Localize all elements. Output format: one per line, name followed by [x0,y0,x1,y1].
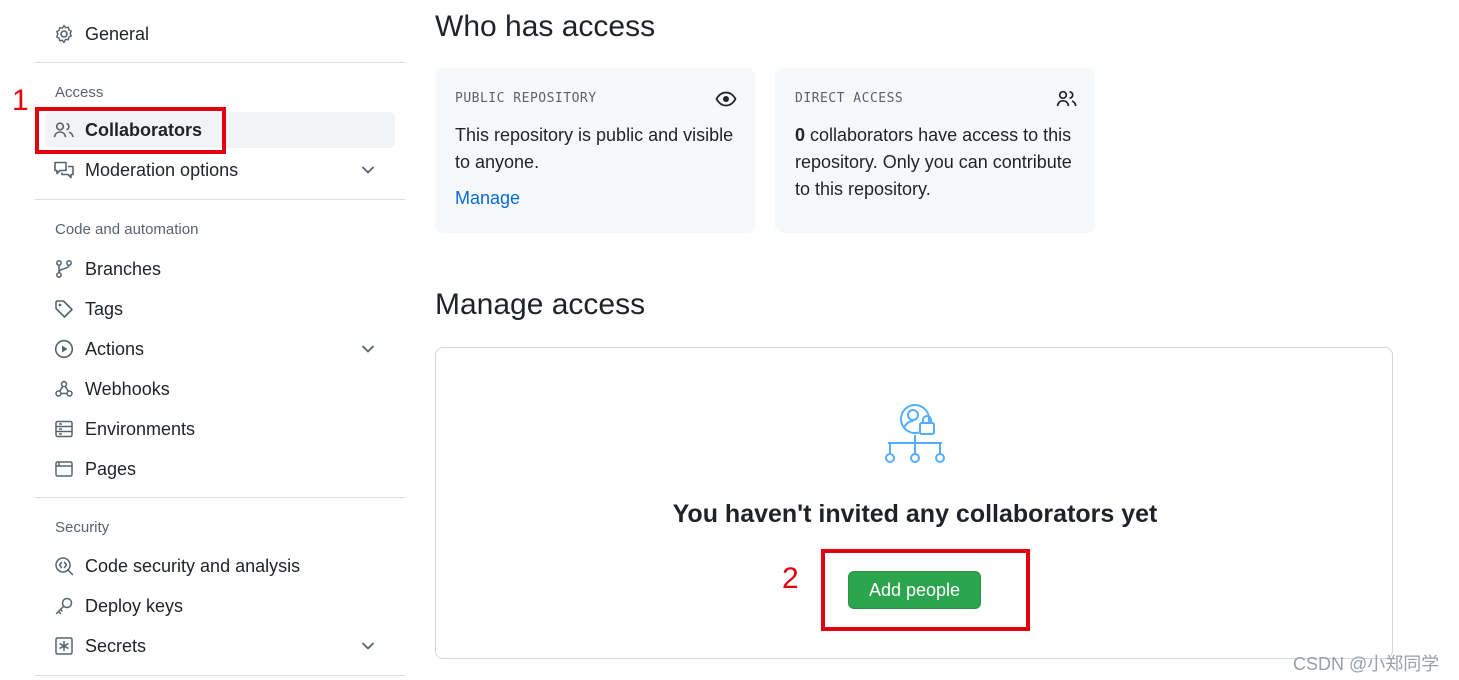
manage-link[interactable]: Manage [455,188,520,209]
heading-who-has-access: Who has access [435,10,656,43]
sidebar-item-label: Tags [85,298,124,319]
collaborator-count: 0 [795,125,806,145]
card-text: This repository is public and visible to… [455,125,734,172]
key-asterisk-icon [53,635,75,657]
webhook-icon [53,378,75,400]
sidebar-item-label: Code security and analysis [85,555,301,576]
annotation-number-2: 2 [782,562,799,595]
chevron-down-icon[interactable] [359,637,377,655]
divider [35,675,405,676]
tag-icon [53,298,75,320]
heading-manage-access: Manage access [435,288,646,321]
sidebar-item-label: Deploy keys [85,595,184,616]
sidebar-item-general[interactable]: General [45,16,395,52]
sidebar-item-environments[interactable]: Environments [45,411,395,447]
chevron-down-icon[interactable] [359,161,377,179]
card-direct-access: DIRECT ACCESS 0 collaborators have acces… [775,68,1095,233]
sidebar-item-label: Actions [85,338,145,359]
card-label: DIRECT ACCESS [795,91,904,106]
sidebar-item-label: Environments [85,418,196,439]
sidebar-item-label: Branches [85,258,162,279]
eye-icon [715,91,737,107]
divider [35,199,405,200]
sidebar-item-tags[interactable]: Tags [45,291,395,327]
group-title-access: Access [55,84,104,101]
card-text: 0 collaborators have access to this repo… [795,122,1080,203]
sidebar-item-label: Moderation options [85,159,239,180]
collaborators-lock-illustration-icon [885,404,945,463]
group-title-code-automation: Code and automation [55,221,199,238]
gear-icon [53,23,75,45]
comment-discussion-icon [53,159,75,181]
key-icon [53,595,75,617]
sidebar-item-label: Pages [85,458,137,479]
sidebar-item-moderation[interactable]: Moderation options [45,152,395,188]
annotation-box-collaborators [35,107,226,154]
browser-icon [53,458,75,480]
add-people-button[interactable]: Add people [848,571,981,609]
watermark: CSDN @小郑同学 [1293,654,1440,674]
card-label: PUBLIC REPOSITORY [455,91,597,106]
divider [35,62,405,63]
sidebar-item-branches[interactable]: Branches [45,251,395,287]
sidebar-item-webhooks[interactable]: Webhooks [45,371,395,407]
sidebar-item-label: Secrets [85,635,147,656]
card-public-repository: PUBLIC REPOSITORY This repository is pub… [435,68,755,233]
server-icon [53,418,75,440]
divider [35,497,405,498]
empty-state-title: You haven't invited any collaborators ye… [672,500,1158,528]
annotation-number-1: 1 [12,84,29,117]
sidebar-item-label: Webhooks [85,378,170,399]
card-text-rest: collaborators have access to this reposi… [795,125,1072,199]
play-circle-icon [53,338,75,360]
sidebar-item-actions[interactable]: Actions [45,331,395,367]
sidebar-item-label: General [85,23,150,44]
codescan-icon [53,555,75,577]
git-branch-icon [53,258,75,280]
chevron-down-icon[interactable] [359,340,377,358]
sidebar-item-code-security[interactable]: Code security and analysis [45,548,395,584]
group-title-security: Security [55,519,110,536]
people-icon [1056,90,1077,107]
sidebar-item-pages[interactable]: Pages [45,451,395,487]
sidebar-item-secrets[interactable]: Secrets [45,628,395,664]
sidebar-item-deploy-keys[interactable]: Deploy keys [45,588,395,624]
